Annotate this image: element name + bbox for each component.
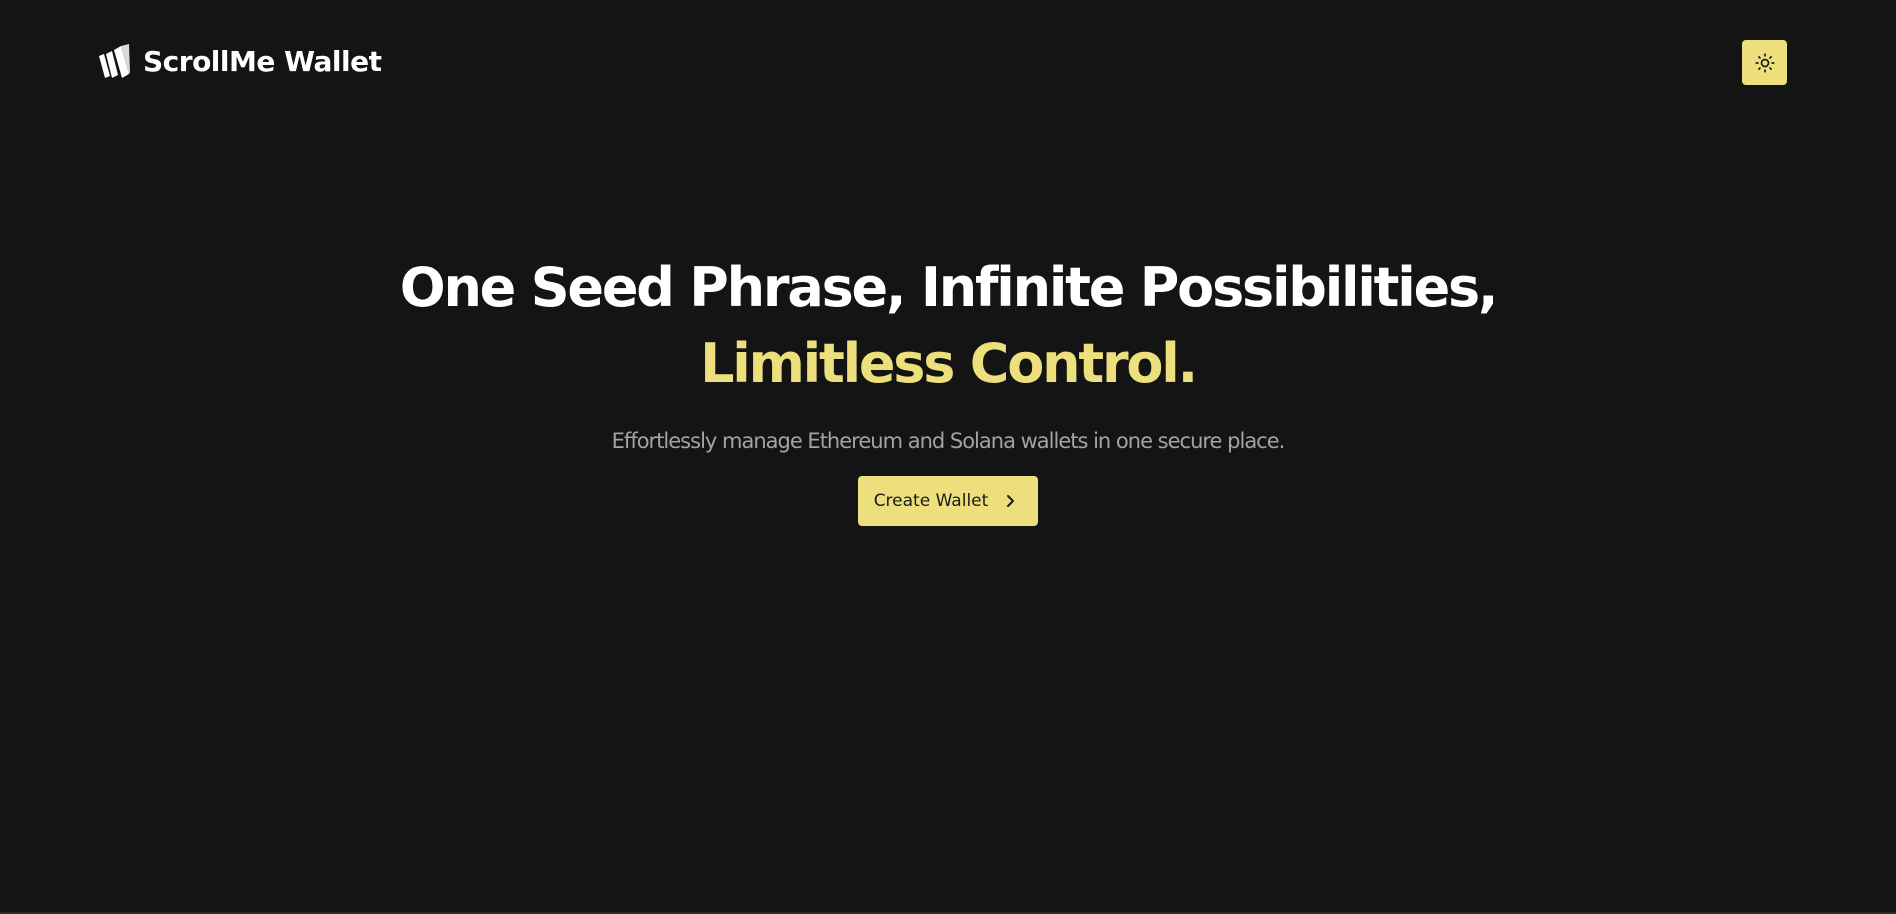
create-wallet-label: Create Wallet [873, 491, 989, 511]
chevron-right-icon [1007, 495, 1015, 507]
brand[interactable]: ScrollMe Wallet [97, 42, 382, 82]
hero-section: One Seed Phrase, Infinite Possibilities,… [0, 250, 1896, 526]
hero-subtitle: Effortlessly manage Ethereum and Solana … [611, 429, 1286, 453]
headline-line-primary: One Seed Phrase, Infinite Possibilities, [399, 256, 1499, 319]
brand-name: ScrollMe Wallet [143, 45, 382, 78]
headline-line-accent: Limitless Control. [700, 332, 1198, 395]
hero-headline: One Seed Phrase, Infinite Possibilities,… [0, 250, 1896, 402]
theme-toggle-button[interactable] [1742, 40, 1787, 85]
brand-logo-icon [99, 44, 130, 78]
create-wallet-button[interactable]: Create Wallet [857, 476, 1039, 526]
sun-icon [1754, 52, 1775, 73]
landing-page: ScrollMe Wallet One Seed Phrase, Infinit… [0, 0, 1896, 914]
